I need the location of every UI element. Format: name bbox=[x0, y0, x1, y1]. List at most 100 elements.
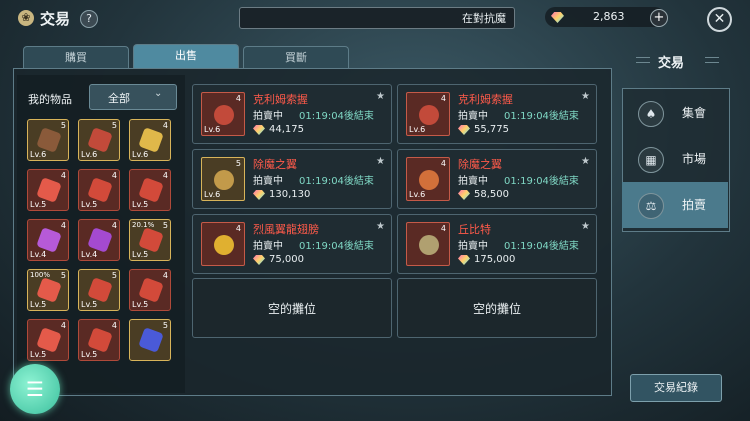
star-rating: 5 bbox=[60, 271, 66, 280]
inventory-slot[interactable]: 4 Lv.5 bbox=[27, 169, 69, 211]
star-rating: 4 bbox=[235, 94, 241, 103]
inventory-slot[interactable]: 5 Lv.6 bbox=[78, 119, 120, 161]
listing-card[interactable]: 4 丘比特拍賣中 01:19:04後結束 175,000 ★ bbox=[397, 214, 597, 274]
empty-stall[interactable]: 空的攤位 bbox=[192, 278, 392, 338]
item-progress: 20.1% bbox=[132, 221, 155, 229]
empty-stall[interactable]: 空的攤位 bbox=[397, 278, 597, 338]
item-level: Lv.5 bbox=[81, 200, 98, 209]
favorite-star-icon[interactable]: ★ bbox=[376, 91, 385, 102]
sidebar-item-gathering[interactable]: ♠ 集會 bbox=[622, 90, 728, 136]
tab-sell[interactable]: 出售 bbox=[133, 44, 239, 69]
star-rating: 4 bbox=[162, 171, 168, 180]
item-level: Lv.5 bbox=[132, 200, 149, 209]
gem-icon bbox=[253, 190, 265, 200]
trade-icon: ❀ bbox=[18, 10, 34, 26]
listing-card[interactable]: 5 Lv.6 除魔之翼 拍賣中 01:19:04後結束 130,130 ★ bbox=[192, 149, 392, 209]
item-name: 丘比特 bbox=[458, 223, 491, 236]
empty-stall-label: 空的攤位 bbox=[472, 302, 521, 316]
favorite-star-icon[interactable]: ★ bbox=[581, 221, 590, 232]
time-remaining: 01:19:04後結束 bbox=[504, 176, 579, 187]
item-icon bbox=[138, 227, 164, 253]
listing-thumbnail: 4 bbox=[406, 222, 450, 266]
time-remaining: 01:19:04後結束 bbox=[299, 176, 374, 187]
item-icon bbox=[87, 327, 113, 353]
item-progress: 100% bbox=[30, 271, 51, 279]
currency-amount: 2,863 bbox=[593, 10, 625, 23]
listing-card[interactable]: 4 烈風翼龍翅膀 拍賣中 01:19:04後結束 75,000 ★ bbox=[192, 214, 392, 274]
favorite-star-icon[interactable]: ★ bbox=[376, 221, 385, 232]
sidebar-item-label: 集會 bbox=[682, 106, 707, 120]
time-remaining: 01:19:04後結束 bbox=[299, 111, 374, 122]
listing-card[interactable]: 4 Lv.6 克利姆索握拍賣中 01:19:04後結束 44,175 ★ bbox=[192, 84, 392, 144]
menu-fab-button[interactable]: ☰ bbox=[10, 364, 60, 414]
status-text: 在對抗魔 bbox=[462, 12, 506, 25]
inventory-slot[interactable]: 5 Lv.5 20.1% bbox=[129, 219, 171, 261]
inventory-slot[interactable]: 4 Lv.4 bbox=[78, 219, 120, 261]
inventory-slot[interactable]: 4 Lv.5 bbox=[27, 319, 69, 361]
star-rating: 4 bbox=[111, 171, 117, 180]
star-rating: 4 bbox=[440, 224, 446, 233]
gem-icon bbox=[253, 125, 265, 135]
tab-buyout[interactable]: 買斷 bbox=[243, 46, 349, 69]
item-icon bbox=[87, 277, 113, 303]
item-icon bbox=[87, 127, 113, 153]
sidebar-item-market[interactable]: ▦ 市場 bbox=[622, 136, 728, 182]
chevron-down-icon: ⌄ bbox=[154, 88, 163, 99]
scale-icon: ⚖ bbox=[638, 193, 664, 219]
close-button[interactable]: ✕ bbox=[707, 7, 732, 32]
listing-price: 75,000 bbox=[269, 254, 304, 265]
gem-icon bbox=[458, 190, 470, 200]
favorite-star-icon[interactable]: ★ bbox=[376, 156, 385, 167]
listing-price: 130,130 bbox=[269, 189, 311, 200]
tab-buy[interactable]: 購買 bbox=[23, 46, 129, 69]
inventory-slot[interactable]: 4 Lv.5 bbox=[78, 169, 120, 211]
inventory-slot[interactable]: 5 Lv.5 bbox=[78, 269, 120, 311]
listing-price: 44,175 bbox=[269, 124, 304, 135]
ornament-left bbox=[636, 57, 650, 63]
gem-icon bbox=[458, 125, 470, 135]
item-icon bbox=[36, 177, 62, 203]
item-icon bbox=[36, 127, 62, 153]
inventory-slot[interactable]: 4 Lv.5 bbox=[129, 169, 171, 211]
inventory-slot[interactable]: 5 Lv.5 100% bbox=[27, 269, 69, 311]
listing-card[interactable]: 4 Lv.6 除魔之翼 拍賣中 01:19:04後結束 58,500 ★ bbox=[397, 149, 597, 209]
sidebar-item-label: 市場 bbox=[682, 152, 707, 166]
gem-icon bbox=[253, 255, 265, 265]
add-currency-button[interactable]: + bbox=[650, 9, 668, 27]
favorite-star-icon[interactable]: ★ bbox=[581, 91, 590, 102]
inventory-slot[interactable]: 5 Lv.6 bbox=[27, 119, 69, 161]
inventory-slot[interactable]: 4 Lv.5 bbox=[129, 269, 171, 311]
star-rating: 4 bbox=[440, 159, 446, 168]
status-box: 在對抗魔 bbox=[239, 7, 515, 29]
inventory-slot[interactable]: 4 Lv.5 bbox=[78, 319, 120, 361]
time-remaining: 01:19:04後結束 bbox=[504, 241, 579, 252]
listing-thumbnail: 4 Lv.6 bbox=[406, 92, 450, 136]
listing-card[interactable]: 4 Lv.6 克利姆索握 拍賣中 01:19:04後結束 55,775 ★ bbox=[397, 84, 597, 144]
listing-price: 175,000 bbox=[474, 254, 516, 265]
inventory-slot[interactable]: 5 bbox=[129, 319, 171, 361]
help-button[interactable]: ? bbox=[80, 10, 98, 28]
item-icon bbox=[214, 170, 234, 190]
top-bar: ❀ 交易 ? 在對抗魔 2,863 + ✕ bbox=[0, 0, 750, 36]
star-rating: 4 bbox=[235, 224, 241, 233]
item-level: Lv.6 bbox=[409, 125, 426, 134]
item-level: Lv.5 bbox=[81, 350, 98, 359]
filter-dropdown[interactable]: 全部 ⌄ bbox=[89, 84, 177, 110]
sidebar-item-auction[interactable]: ⚖ 拍賣 bbox=[622, 182, 728, 228]
listing-thumbnail: 4 Lv.6 bbox=[201, 92, 245, 136]
market-icon: ▦ bbox=[638, 147, 664, 173]
page-title: 交易 bbox=[40, 10, 71, 28]
item-name: 克利姆索握 bbox=[253, 93, 308, 106]
item-level: Lv.6 bbox=[409, 190, 426, 199]
inventory-slot[interactable]: 4 Lv.6 bbox=[129, 119, 171, 161]
auction-status: 拍賣中 bbox=[458, 241, 488, 252]
inventory-slot[interactable]: 4 Lv.4 bbox=[27, 219, 69, 261]
auction-status: 拍賣中 bbox=[253, 111, 283, 122]
item-level: Lv.6 bbox=[204, 190, 221, 199]
favorite-star-icon[interactable]: ★ bbox=[581, 156, 590, 167]
time-remaining: 01:19:04後結束 bbox=[299, 241, 374, 252]
star-rating: 4 bbox=[162, 121, 168, 130]
star-rating: 4 bbox=[111, 221, 117, 230]
item-icon bbox=[138, 327, 164, 353]
trade-history-button[interactable]: 交易紀錄 bbox=[630, 374, 722, 402]
